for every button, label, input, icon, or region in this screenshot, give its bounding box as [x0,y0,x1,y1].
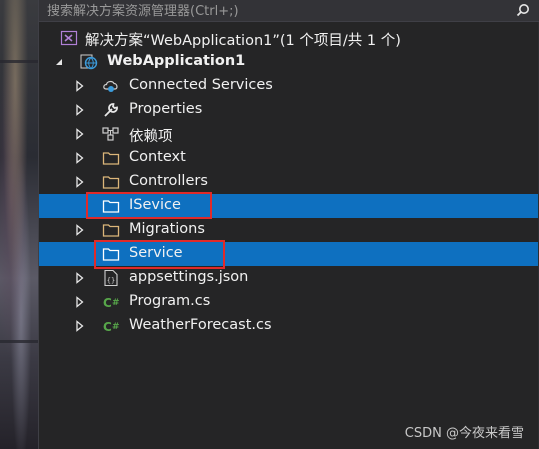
tree-item-properties[interactable]: Properties [39,98,539,122]
tree-item-dependencies[interactable]: 依赖项 [39,122,539,146]
tree-item-label: Migrations [129,221,205,237]
chevron-right-icon[interactable] [74,152,86,164]
search-icon[interactable] [516,3,530,17]
tree-item-project[interactable]: WebApplication1 [39,50,539,74]
wrench-icon [104,103,118,117]
highlight-box-service [94,240,225,269]
csharp-file-icon: C # [103,320,120,334]
connected-services-icon [103,80,118,92]
tree-item-label: 依赖项 [129,129,173,145]
chevron-down-icon[interactable] [53,56,65,68]
tree-item-label: Program.cs [129,293,211,309]
chevron-right-icon[interactable] [74,296,86,308]
chevron-right-icon[interactable] [74,128,86,140]
tree-item-migrations[interactable]: Migrations [39,218,539,242]
chevron-right-icon[interactable] [74,176,86,188]
tree-item-controllers[interactable]: Controllers [39,170,539,194]
tree-item-label: Properties [129,101,203,117]
json-file-icon: {} [104,269,118,287]
folder-icon [102,152,120,165]
watermark: CSDN @今夜来看雪 [404,426,524,441]
svg-text:{}: {} [107,277,115,285]
folder-icon [102,176,120,189]
highlight-box-isevice [86,192,212,219]
chevron-right-icon[interactable] [74,104,86,116]
solution-icon [60,30,78,46]
search-input[interactable] [39,0,509,21]
tree-item-label: Connected Services [129,77,273,93]
folder-icon [102,224,120,237]
tree-item-appsettings[interactable]: {} appsettings.json [39,266,539,290]
tree-item-weatherforecast-cs[interactable]: C # WeatherForecast.cs [39,314,539,338]
tree-item-label: Controllers [129,173,208,189]
tree-item-program-cs[interactable]: C # Program.cs [39,290,539,314]
tree-item-label: appsettings.json [129,269,249,285]
svg-text:C: C [103,320,112,334]
tree-item-context[interactable]: Context [39,146,539,170]
tree-item-label: WeatherForecast.cs [129,317,272,333]
web-project-icon [80,54,98,70]
tree-item-connected-services[interactable]: Connected Services [39,74,539,98]
csharp-file-icon: C # [103,296,120,310]
svg-text:C: C [103,296,112,310]
chevron-right-icon[interactable] [74,224,86,236]
chevron-right-icon[interactable] [74,272,86,284]
tree-item-label: Context [129,149,186,165]
solution-explorer-panel: 解决方案“WebApplication1”(1 个项目/共 1 个) WebAp… [38,0,539,449]
project-label: WebApplication1 [107,53,246,69]
dependencies-icon [102,127,119,141]
svg-text:#: # [112,322,120,332]
svg-text:#: # [112,298,120,308]
wallpaper-stripe [0,340,38,343]
chevron-right-icon[interactable] [74,80,86,92]
wallpaper-stripe [0,60,38,63]
tree-item-solution[interactable]: 解决方案“WebApplication1”(1 个项目/共 1 个) [39,26,539,50]
chevron-right-icon[interactable] [74,320,86,332]
search-bar [39,0,539,22]
desktop-wallpaper [0,0,38,449]
solution-label: 解决方案“WebApplication1”(1 个项目/共 1 个) [85,33,401,49]
